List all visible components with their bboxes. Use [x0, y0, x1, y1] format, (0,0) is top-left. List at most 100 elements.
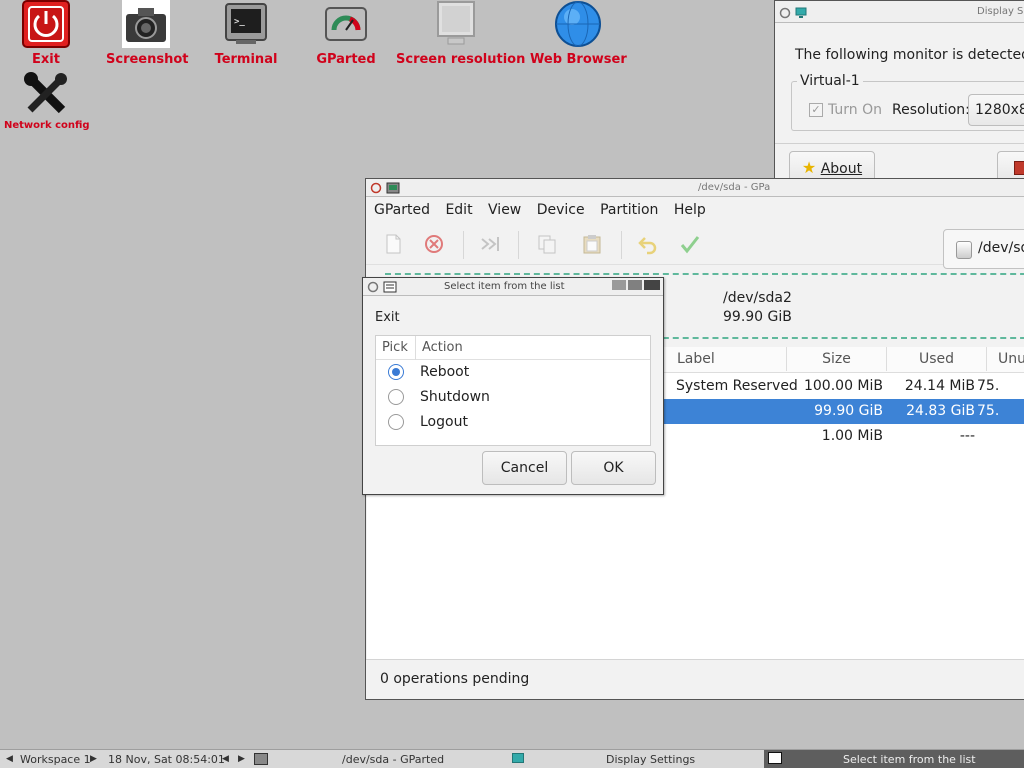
- list-item[interactable]: Shutdown: [376, 385, 650, 410]
- desktop-icon-exit[interactable]: Exit: [18, 0, 74, 67]
- title-bar[interactable]: /dev/sda - GPa: [366, 179, 1024, 197]
- about-label: About: [820, 161, 863, 177]
- camera-icon: [122, 0, 170, 48]
- list-header: Pick Action: [376, 336, 650, 360]
- column-header-unused[interactable]: Unu: [987, 347, 1024, 371]
- menu-gparted[interactable]: GParted: [374, 202, 430, 218]
- status-bar: 0 operations pending: [366, 659, 1024, 699]
- option-label: Shutdown: [420, 389, 490, 405]
- task-gparted[interactable]: /dev/sda - GParted: [342, 753, 444, 766]
- shutdown-radio[interactable]: [388, 389, 404, 405]
- cell-used: ---: [959, 428, 975, 444]
- list-task-icon: [768, 752, 782, 764]
- column-header-size[interactable]: Size: [787, 347, 887, 371]
- list-item[interactable]: Logout: [376, 410, 650, 435]
- monitor-name: Virtual-1: [797, 73, 863, 89]
- cell-label: System Reserved: [676, 378, 798, 394]
- minimize-button[interactable]: [612, 280, 626, 290]
- monitor-icon: [432, 0, 480, 48]
- reboot-radio[interactable]: [388, 364, 404, 380]
- workspace-label[interactable]: Workspace 1: [20, 753, 91, 766]
- workspace-prev-arrow[interactable]: ◀: [6, 754, 13, 764]
- cell-used: 24.83 GiB: [906, 403, 975, 419]
- apply-icon[interactable]: [678, 233, 702, 257]
- ok-button[interactable]: OK: [571, 451, 656, 485]
- gparted-small-icon: [386, 182, 400, 194]
- toolbar-separator: [463, 231, 464, 259]
- workspace-next-arrow[interactable]: ▶: [90, 754, 97, 764]
- task-prev-arrow[interactable]: ◀: [222, 754, 229, 764]
- debian-swirl-icon: [370, 182, 382, 194]
- desktop-icon-gparted[interactable]: GParted: [312, 0, 380, 67]
- desktop-icon-label: Exit: [32, 52, 60, 67]
- menu-partition[interactable]: Partition: [600, 202, 658, 218]
- star-icon: ★: [801, 158, 817, 177]
- task-next-arrow[interactable]: ▶: [238, 754, 245, 764]
- resize-move-icon[interactable]: [478, 233, 502, 257]
- column-header-action[interactable]: Action: [416, 336, 616, 360]
- paste-icon[interactable]: [580, 233, 604, 257]
- delete-partition-icon[interactable]: [422, 233, 446, 257]
- column-header-pick[interactable]: Pick: [376, 336, 416, 360]
- debian-swirl-icon: [367, 281, 379, 293]
- toolbar: /dev/sd: [366, 223, 1024, 269]
- desktop-icon-label: GParted: [316, 52, 376, 67]
- logout-radio[interactable]: [388, 414, 404, 430]
- cell-size: 99.90 GiB: [814, 403, 883, 419]
- desktop-icon-network-config[interactable]: Network config: [4, 70, 90, 131]
- toolbar-separator: [621, 231, 622, 259]
- cell-size: 100.00 MiB: [803, 378, 883, 394]
- undo-icon[interactable]: [636, 233, 660, 257]
- maximize-button[interactable]: [628, 280, 642, 290]
- turn-on-label: Turn On: [828, 102, 883, 118]
- desktop-icon-screen-resolution[interactable]: Screen resolution: [396, 0, 525, 67]
- title-bar[interactable]: Select item from the list: [363, 278, 663, 296]
- menu-device[interactable]: Device: [537, 202, 585, 218]
- display-settings-window: Display S The following monitor is detec…: [774, 0, 1024, 200]
- resolution-value: 1280x80: [975, 102, 1024, 118]
- desktop-icon-label: Web Browser: [530, 52, 627, 67]
- desktop-icon-web-browser[interactable]: Web Browser: [530, 0, 627, 67]
- menu-bar: GParted Edit View Device Partition Help: [366, 197, 1024, 223]
- select-item-dialog: Select item from the list Exit Pick Acti…: [362, 277, 664, 495]
- svg-text:>_: >_: [234, 17, 245, 27]
- cancel-button[interactable]: Cancel: [482, 451, 567, 485]
- cell-used: 24.14 MiB: [904, 378, 975, 394]
- resolution-combo[interactable]: 1280x80: [968, 94, 1024, 126]
- taskbar: ◀ Workspace 1 ▶ 18 Nov, Sat 08:54:01 ◀ ▶…: [0, 749, 1024, 768]
- list-item[interactable]: Reboot: [376, 360, 650, 385]
- column-header-label[interactable]: Label: [677, 347, 787, 371]
- resolution-label: Resolution:: [892, 102, 970, 118]
- column-header-used[interactable]: Used: [887, 347, 987, 371]
- wrench-icon: [22, 70, 70, 118]
- desktop-icon-label: Screenshot: [106, 52, 189, 67]
- menu-edit[interactable]: Edit: [445, 202, 472, 218]
- menu-help[interactable]: Help: [674, 202, 706, 218]
- partition-map-name: /dev/sda2: [723, 290, 792, 306]
- desktop-icon-terminal[interactable]: >_ Terminal: [214, 0, 278, 67]
- copy-icon[interactable]: [535, 233, 559, 257]
- desktop-icon-label: Terminal: [214, 52, 278, 67]
- close-button[interactable]: [644, 280, 660, 290]
- partition-map-size: 99.90 GiB: [723, 309, 792, 325]
- option-label: Reboot: [420, 364, 470, 380]
- menu-view[interactable]: View: [488, 202, 521, 218]
- dialog-heading: Exit: [375, 310, 400, 325]
- drive-icon: [956, 241, 972, 259]
- gparted-task-icon: [254, 753, 268, 765]
- turn-on-checkbox[interactable]: ✓: [809, 103, 823, 117]
- new-partition-icon[interactable]: [381, 233, 405, 257]
- window-title: /dev/sda - GPa: [698, 182, 771, 193]
- disk-gauge-icon: [322, 0, 370, 48]
- title-bar[interactable]: Display S: [775, 1, 1024, 23]
- task-select-item-active[interactable]: Select item from the list: [764, 750, 1024, 768]
- monitor-small-icon: [795, 6, 807, 18]
- device-selector[interactable]: /dev/sd: [943, 229, 1024, 269]
- debian-swirl-icon: [779, 6, 791, 19]
- list-window-icon: [383, 281, 397, 293]
- window-title: Display S: [977, 6, 1024, 17]
- window-title: Select item from the list: [444, 281, 565, 292]
- desktop-icon-screenshot[interactable]: Screenshot: [106, 0, 189, 67]
- task-display-settings[interactable]: Display Settings: [606, 753, 695, 766]
- option-label: Logout: [420, 414, 468, 430]
